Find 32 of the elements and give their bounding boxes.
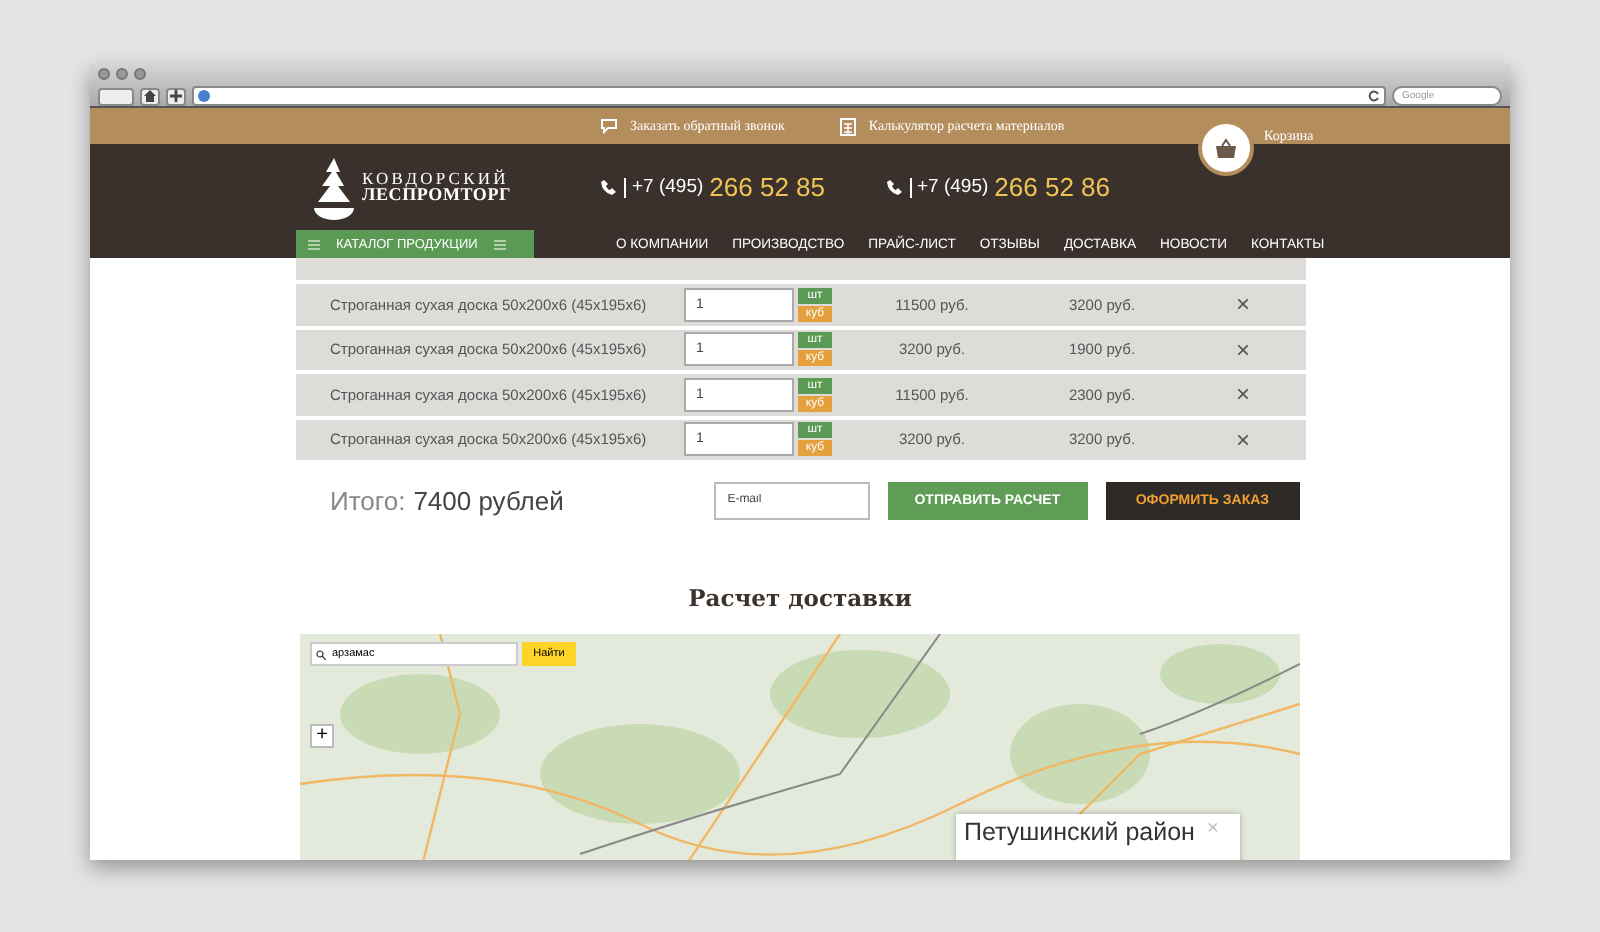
remove-button[interactable]: × bbox=[1236, 425, 1251, 454]
window-maximize-button[interactable] bbox=[134, 68, 146, 80]
add-bookmark-button[interactable] bbox=[166, 87, 186, 105]
cart-button[interactable] bbox=[1198, 120, 1254, 176]
menu-icon bbox=[493, 239, 506, 249]
calculator-icon bbox=[840, 117, 857, 135]
total-label: Итого: bbox=[328, 485, 406, 515]
window-close-button[interactable] bbox=[98, 68, 110, 80]
remove-button[interactable]: × bbox=[1236, 335, 1251, 364]
phone-prefix: +7 (495) bbox=[624, 177, 704, 197]
home-button[interactable] bbox=[140, 87, 160, 105]
section-heading: Расчет доставки bbox=[686, 584, 914, 612]
map-drawing[interactable] bbox=[300, 634, 1300, 860]
reload-icon[interactable] bbox=[1368, 90, 1380, 102]
remove-button[interactable]: × bbox=[1236, 290, 1251, 319]
menu-icon bbox=[308, 239, 320, 249]
logo-text: КОВДОРСКИЙ bbox=[362, 169, 511, 187]
basket-icon bbox=[1214, 137, 1238, 159]
phone-number[interactable]: 266 52 86 bbox=[994, 172, 1110, 202]
globe-icon bbox=[198, 90, 210, 102]
phone-number[interactable]: 266 52 85 bbox=[709, 172, 825, 202]
chat-bubble-icon bbox=[600, 118, 618, 134]
popup-title: Петушинский район bbox=[964, 818, 1195, 846]
logo-text: ЛЕСПРОМТОРГ bbox=[362, 186, 512, 205]
zoom-in-button[interactable]: + bbox=[310, 724, 334, 748]
phone-prefix: +7 (495) bbox=[909, 177, 989, 197]
phone-icon bbox=[885, 178, 903, 196]
phone-icon bbox=[600, 178, 618, 196]
total-value: 7400 рублей bbox=[413, 485, 566, 515]
remove-button[interactable]: × bbox=[1236, 380, 1251, 409]
window-minimize-button[interactable] bbox=[116, 68, 128, 80]
tree-saw-logo-icon bbox=[310, 155, 358, 219]
